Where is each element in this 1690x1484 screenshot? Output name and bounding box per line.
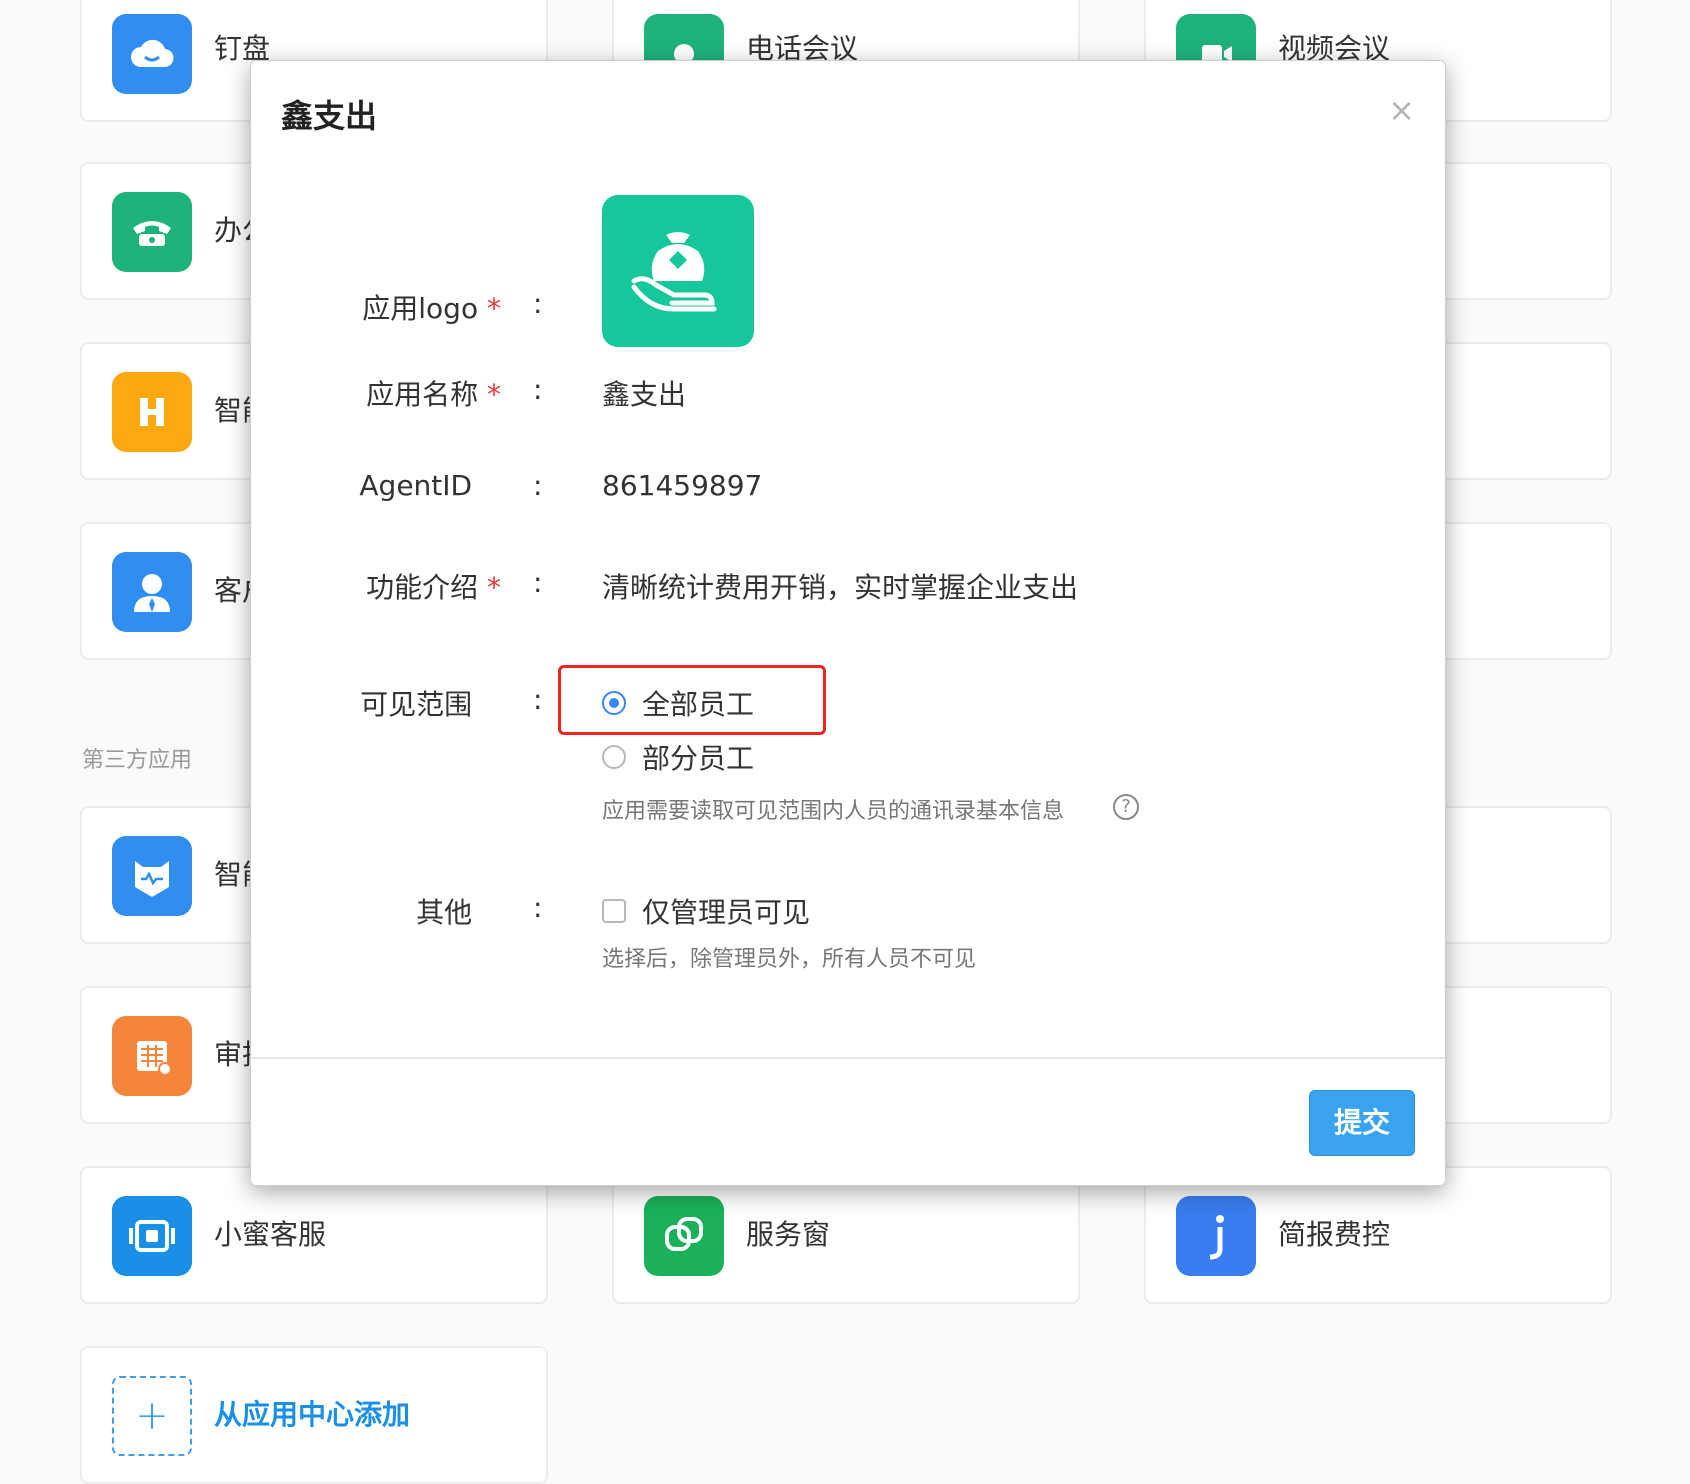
submit-button[interactable]: 提交 <box>1309 1090 1415 1156</box>
add-from-app-center[interactable]: + 从应用中心添加 <box>80 1346 548 1484</box>
app-name: 小蜜客服 <box>214 1218 327 1251</box>
agent-id-value: 861459897 <box>602 469 763 502</box>
colon: : <box>533 683 543 716</box>
plus-icon: + <box>112 1376 192 1456</box>
headset-icon <box>112 1196 192 1276</box>
colon: : <box>533 891 543 924</box>
app-card-briefing[interactable]: 简报费控 <box>1144 1166 1612 1304</box>
required-mark: * <box>487 378 501 411</box>
app-name: 简报费控 <box>1278 1218 1391 1251</box>
other-label-text: 其他 <box>416 896 473 929</box>
close-icon[interactable]: × <box>1388 91 1415 129</box>
other-label: 其他 <box>251 891 501 931</box>
scope-label-text: 可见范围 <box>360 688 473 721</box>
modal-title: 鑫支出 <box>281 97 378 135</box>
scope-all-label[interactable]: 全部员工 <box>642 683 754 723</box>
section-title-third-party: 第三方应用 <box>82 748 193 773</box>
person-icon <box>112 552 192 632</box>
app-name: 服务窗 <box>746 1218 831 1251</box>
app-settings-modal: 鑫支出 × 应用logo * : 应用名称 * : 鑫支出 AgentID : … <box>250 60 1446 1186</box>
h-letter-icon <box>112 372 192 452</box>
name-label: 应用名称 * <box>251 373 501 413</box>
required-mark: * <box>487 292 501 325</box>
intro-label-text: 功能介绍 <box>366 571 479 604</box>
scope-partial-label[interactable]: 部分员工 <box>642 737 754 777</box>
admin-only-hint: 选择后，除管理员外，所有人员不可见 <box>602 947 977 972</box>
colon: : <box>533 287 543 320</box>
app-card-service-window[interactable]: 服务窗 <box>612 1166 1080 1304</box>
logo-label-text: 应用logo <box>362 292 479 325</box>
required-mark: * <box>487 571 501 604</box>
name-label-text: 应用名称 <box>366 378 479 411</box>
cloud-icon <box>112 14 192 94</box>
intro-value: 清晰统计费用开销，实时掌握企业支出 <box>602 571 1079 604</box>
calendar-doc-icon <box>112 1016 192 1096</box>
overlap-squares-icon <box>644 1196 724 1276</box>
scope-label: 可见范围 <box>251 683 501 723</box>
agent-label-text: AgentID <box>359 469 473 502</box>
colon: : <box>533 469 543 502</box>
app-card-xiaomi[interactable]: 小蜜客服 <box>80 1166 548 1304</box>
colon: : <box>533 373 543 406</box>
app-name-value: 鑫支出 <box>602 378 687 411</box>
agent-label: AgentID <box>251 469 501 502</box>
scope-hint: 应用需要读取可见范围内人员的通讯录基本信息 <box>602 799 1065 824</box>
robot-icon <box>112 836 192 916</box>
colon: : <box>533 566 543 599</box>
j-letter-icon <box>1176 1196 1256 1276</box>
footer-divider <box>251 1057 1445 1059</box>
admin-only-checkbox[interactable] <box>602 899 626 923</box>
intro-label: 功能介绍 * <box>251 566 501 606</box>
help-icon[interactable]: ? <box>1113 794 1139 820</box>
logo-label: 应用logo * <box>251 287 501 327</box>
scope-partial-radio[interactable] <box>602 745 626 769</box>
admin-only-label[interactable]: 仅管理员可见 <box>642 891 810 931</box>
scope-all-radio[interactable] <box>602 691 626 715</box>
add-from-app-center-label: 从应用中心添加 <box>214 1398 411 1431</box>
money-bag-hand-icon[interactable] <box>602 195 754 347</box>
telephone-icon <box>112 192 192 272</box>
